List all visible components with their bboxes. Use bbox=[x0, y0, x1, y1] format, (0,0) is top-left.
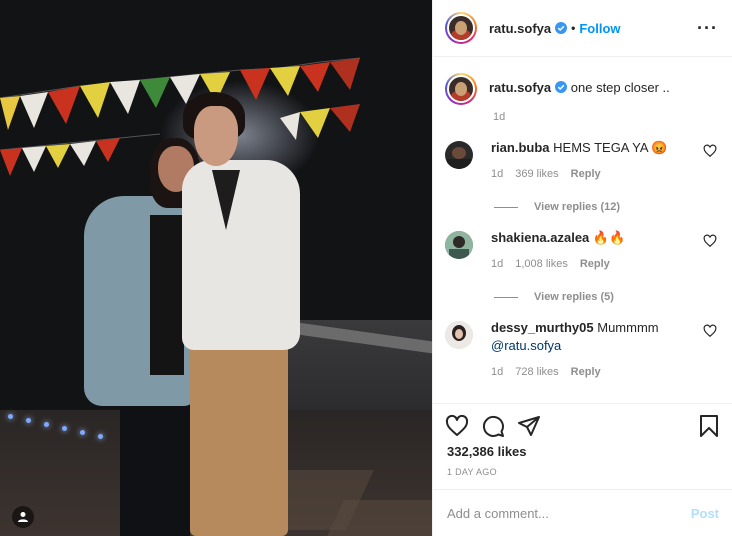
commenter-username[interactable]: shakiena.azalea bbox=[491, 230, 589, 245]
reply-button[interactable]: Reply bbox=[571, 363, 601, 381]
boy-shirt bbox=[182, 160, 300, 350]
verified-badge-icon bbox=[555, 22, 568, 34]
boy-face bbox=[194, 106, 238, 166]
share-button[interactable] bbox=[517, 414, 541, 438]
send-icon bbox=[518, 416, 540, 436]
action-bar bbox=[433, 403, 732, 448]
replies-divider bbox=[494, 206, 518, 208]
author-avatar[interactable] bbox=[445, 12, 477, 44]
post-photo[interactable] bbox=[0, 0, 432, 536]
comment-composer: Post bbox=[433, 489, 732, 536]
comment-item: dessy_murthy05 Mummmm @ratu.sofya 1d 728… bbox=[445, 319, 719, 381]
comment-time[interactable]: 1d bbox=[491, 165, 503, 183]
reply-button[interactable]: Reply bbox=[571, 165, 601, 183]
post-comment-button[interactable]: Post bbox=[691, 506, 719, 521]
verified-badge-icon bbox=[555, 81, 568, 93]
commenter-username[interactable]: dessy_murthy05 bbox=[491, 320, 594, 335]
more-options-icon[interactable]: ··· bbox=[697, 19, 718, 37]
comments-list[interactable]: ratu.sofya one step closer .. 1d rian.bu… bbox=[433, 57, 732, 403]
comment-likes[interactable]: 1,008 likes bbox=[515, 255, 568, 273]
comment-time[interactable]: 1d bbox=[491, 363, 503, 381]
boy-pants bbox=[190, 340, 288, 536]
comment-likes[interactable]: 728 likes bbox=[515, 363, 558, 381]
view-replies-button[interactable]: View replies (5) bbox=[494, 291, 719, 303]
user-tag-icon[interactable] bbox=[12, 506, 34, 528]
caption-username[interactable]: ratu.sofya bbox=[489, 80, 551, 95]
replies-divider bbox=[494, 296, 518, 298]
like-comment-heart-icon[interactable] bbox=[703, 324, 717, 338]
comment-bubble-icon bbox=[482, 415, 504, 437]
girl-legs bbox=[120, 395, 190, 536]
like-button[interactable] bbox=[445, 414, 469, 438]
follow-button[interactable]: Follow bbox=[579, 21, 620, 36]
commenter-avatar[interactable] bbox=[445, 231, 473, 259]
post-date[interactable]: 1 DAY AGO bbox=[447, 467, 497, 477]
comment-item: shakiena.azalea 🔥🔥 1d 1,008 likes Reply bbox=[445, 229, 719, 273]
reply-button[interactable]: Reply bbox=[580, 255, 610, 273]
girl-top bbox=[150, 215, 184, 375]
commenter-username[interactable]: rian.buba bbox=[491, 140, 550, 155]
caption-text: one step closer .. bbox=[570, 80, 670, 95]
comment-text: HEMS TEGA YA 😡 bbox=[553, 140, 668, 155]
commenter-avatar[interactable] bbox=[445, 321, 473, 349]
add-comment-input[interactable] bbox=[447, 505, 691, 521]
comment-text: 🔥🔥 bbox=[592, 230, 626, 245]
likes-count[interactable]: 332,386 likes bbox=[447, 444, 527, 459]
heart-icon bbox=[445, 414, 469, 436]
like-comment-heart-icon[interactable] bbox=[703, 234, 717, 248]
header-separator: • bbox=[571, 21, 576, 35]
view-replies-label: View replies (12) bbox=[534, 201, 621, 213]
author-username[interactable]: ratu.sofya bbox=[489, 21, 551, 36]
comment-mention-link[interactable]: @ratu.sofya bbox=[491, 337, 681, 355]
save-button[interactable] bbox=[697, 414, 721, 438]
like-comment-heart-icon[interactable] bbox=[703, 144, 717, 158]
comment-time[interactable]: 1d bbox=[491, 255, 503, 273]
view-replies-button[interactable]: View replies (12) bbox=[494, 201, 719, 213]
comment-likes[interactable]: 369 likes bbox=[515, 165, 558, 183]
post-header: ratu.sofya • Follow ··· bbox=[433, 0, 732, 57]
view-replies-label: View replies (5) bbox=[534, 291, 614, 303]
comment-item: rian.buba HEMS TEGA YA 😡 1d 369 likes Re… bbox=[445, 139, 719, 183]
caption-avatar[interactable] bbox=[445, 73, 477, 105]
caption-time: 1d bbox=[493, 111, 506, 123]
comment-button[interactable] bbox=[481, 414, 505, 438]
bookmark-icon bbox=[700, 415, 718, 437]
commenter-avatar[interactable] bbox=[445, 141, 473, 169]
comment-text: Mummmm bbox=[597, 320, 659, 335]
caption: ratu.sofya one step closer .. bbox=[445, 73, 719, 105]
post-side-panel: ratu.sofya • Follow ··· ratu.sofya one s… bbox=[432, 0, 732, 536]
